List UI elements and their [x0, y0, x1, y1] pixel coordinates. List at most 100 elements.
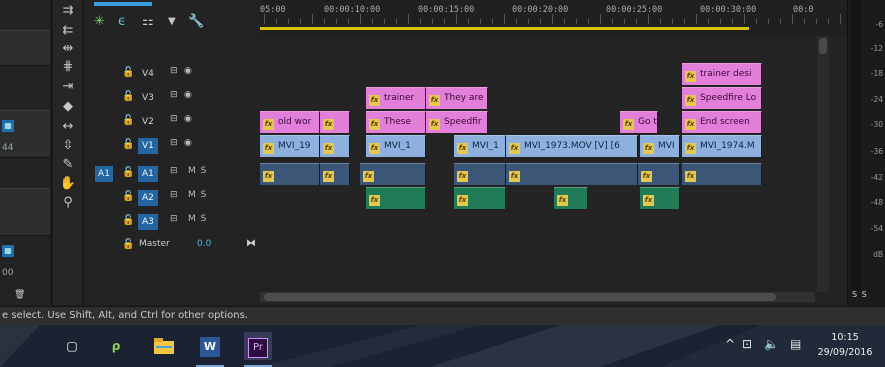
- hand-icon[interactable]: ✋: [58, 175, 78, 193]
- sync-lock-icon[interactable]: ⊟: [170, 90, 179, 100]
- file-explorer-icon[interactable]: [150, 332, 178, 360]
- video-clip[interactable]: fx MVI: [640, 135, 680, 157]
- sync-lock-icon[interactable]: ⊟: [170, 214, 179, 224]
- track-target-a1[interactable]: A1: [138, 166, 158, 182]
- title-clip[interactable]: fx old wor: [260, 111, 320, 133]
- video-clip[interactable]: fx MVI_1973.MOV [V] [6: [506, 135, 638, 157]
- video-clip[interactable]: fx: [320, 135, 350, 157]
- track-target-v2[interactable]: V2: [138, 114, 158, 130]
- title-clip[interactable]: fx: [320, 111, 350, 133]
- sync-lock-icon[interactable]: ⊟: [170, 190, 179, 200]
- mute-solo-buttons[interactable]: M S: [188, 214, 207, 224]
- title-clip[interactable]: fx End screen: [682, 111, 762, 133]
- task-view-icon[interactable]: ▢: [58, 332, 86, 360]
- rolling-edit-icon[interactable]: ⋕: [58, 58, 78, 76]
- eye-icon[interactable]: ◉: [184, 90, 193, 100]
- slide-icon[interactable]: ⇳: [58, 137, 78, 155]
- sync-lock-icon[interactable]: ⊟: [170, 66, 179, 76]
- word-icon[interactable]: W: [196, 332, 224, 360]
- title-clip[interactable]: fx These: [366, 111, 426, 133]
- pen-icon[interactable]: ✎: [58, 156, 78, 174]
- audio-clip[interactable]: fx: [454, 187, 506, 209]
- slip-icon[interactable]: ↔: [58, 118, 78, 136]
- lock-icon[interactable]: 🔓: [122, 215, 134, 226]
- audio-clip[interactable]: fx: [554, 187, 588, 209]
- zoom-icon[interactable]: ⚲: [58, 194, 78, 212]
- track-select-backward-icon[interactable]: ⇇: [58, 22, 78, 40]
- eye-icon[interactable]: ◉: [184, 66, 193, 76]
- system-clock[interactable]: 10:15 29/09/2016: [812, 330, 878, 360]
- audio-clip[interactable]: fx: [682, 163, 762, 185]
- scroll-thumb[interactable]: [819, 38, 827, 54]
- title-clip[interactable]: fx Speedfir: [426, 111, 488, 133]
- audio-clip[interactable]: fx: [360, 163, 426, 185]
- title-clip[interactable]: fx trainer desi: [682, 63, 762, 85]
- master-volume[interactable]: 0.0: [197, 239, 211, 249]
- video-clip[interactable]: fx MVI_1: [366, 135, 426, 157]
- title-clip[interactable]: fx Go twi: [620, 111, 658, 133]
- audio-clip[interactable]: fx: [320, 163, 350, 185]
- track-lane-a2[interactable]: [260, 187, 815, 209]
- track-lane-master[interactable]: [260, 235, 815, 257]
- chevron-up-icon[interactable]: ^: [725, 337, 735, 351]
- notification-icon[interactable]: ▤: [790, 337, 801, 351]
- meter-solo[interactable]: S S: [852, 290, 868, 299]
- linked-selection-icon[interactable]: ⚏: [142, 14, 154, 29]
- network-icon[interactable]: ⊡: [742, 337, 752, 351]
- mute-solo-buttons[interactable]: M S: [188, 190, 207, 200]
- mute-solo-buttons[interactable]: M S: [188, 166, 207, 176]
- track-target-v3[interactable]: V3: [138, 90, 158, 106]
- trash-icon[interactable]: 🗑: [14, 290, 25, 300]
- green-app-icon[interactable]: ρ: [102, 332, 130, 360]
- horizontal-scrollbar[interactable]: [260, 292, 815, 302]
- video-clip[interactable]: fx MVI_19: [260, 135, 320, 157]
- ripple-edit-icon[interactable]: ⇹: [58, 40, 78, 58]
- audio-clip[interactable]: fx: [454, 163, 506, 185]
- lock-icon[interactable]: 🔓: [122, 191, 134, 202]
- time-ruler[interactable]: 05:00 00:00:10:00 00:00:15:00 00:00:20:00 00…: [260, 0, 847, 36]
- track-lane-a3[interactable]: [260, 211, 815, 233]
- sync-lock-icon[interactable]: ⊟: [170, 114, 179, 124]
- track-target-a2[interactable]: A2: [138, 190, 158, 206]
- nest-toggle-icon[interactable]: ✳: [94, 14, 105, 29]
- audio-clip[interactable]: fx: [638, 163, 680, 185]
- scroll-thumb[interactable]: [264, 293, 776, 301]
- track-target-v4[interactable]: V4: [138, 66, 158, 82]
- audio-clip[interactable]: fx: [640, 187, 680, 209]
- audio-clip[interactable]: fx: [366, 187, 426, 209]
- lock-icon[interactable]: 🔓: [122, 139, 134, 150]
- track-target-v1[interactable]: V1: [138, 138, 158, 154]
- title-clip[interactable]: fx Speedfire Lo: [682, 87, 762, 109]
- work-area-bar[interactable]: [260, 27, 749, 30]
- snap-icon[interactable]: ϵ: [118, 14, 126, 29]
- audio-clip[interactable]: fx: [260, 163, 320, 185]
- lock-icon[interactable]: 🔓: [122, 91, 134, 102]
- title-clip[interactable]: fx trainer: [366, 87, 426, 109]
- premiere-icon[interactable]: Pr: [244, 332, 272, 360]
- lock-icon[interactable]: 🔓: [122, 67, 134, 78]
- timecode-display[interactable]: [94, 2, 152, 6]
- go-to-end-icon[interactable]: ⧓: [246, 238, 256, 249]
- wrench-icon[interactable]: 🔧: [188, 14, 204, 29]
- lock-icon[interactable]: 🔓: [122, 115, 134, 126]
- eye-icon[interactable]: ◉: [184, 138, 193, 148]
- sync-lock-icon[interactable]: ⊟: [170, 138, 179, 148]
- bin-icon[interactable]: ▦: [2, 245, 14, 257]
- lock-icon[interactable]: 🔓: [122, 239, 134, 250]
- source-patch-a1[interactable]: A1: [95, 166, 113, 182]
- video-clip[interactable]: fx MVI_1974.M: [682, 135, 762, 157]
- razor-icon[interactable]: ◆: [58, 98, 78, 116]
- track-target-a3[interactable]: A3: [138, 214, 158, 230]
- audio-clip[interactable]: fx: [506, 163, 638, 185]
- video-clip[interactable]: fx MVI_1: [454, 135, 506, 157]
- add-marker-icon[interactable]: ▼: [168, 16, 176, 27]
- bin-icon[interactable]: ▦: [2, 120, 14, 132]
- volume-icon[interactable]: 🔈: [764, 337, 779, 351]
- sync-lock-icon[interactable]: ⊟: [170, 166, 179, 176]
- title-clip[interactable]: fx They are: [426, 87, 488, 109]
- vertical-scrollbar[interactable]: [817, 36, 829, 292]
- track-select-forward-icon[interactable]: ⇉: [58, 2, 78, 20]
- rate-stretch-icon[interactable]: ⇥: [58, 78, 78, 96]
- eye-icon[interactable]: ◉: [184, 114, 193, 124]
- lock-icon[interactable]: 🔓: [122, 167, 134, 178]
